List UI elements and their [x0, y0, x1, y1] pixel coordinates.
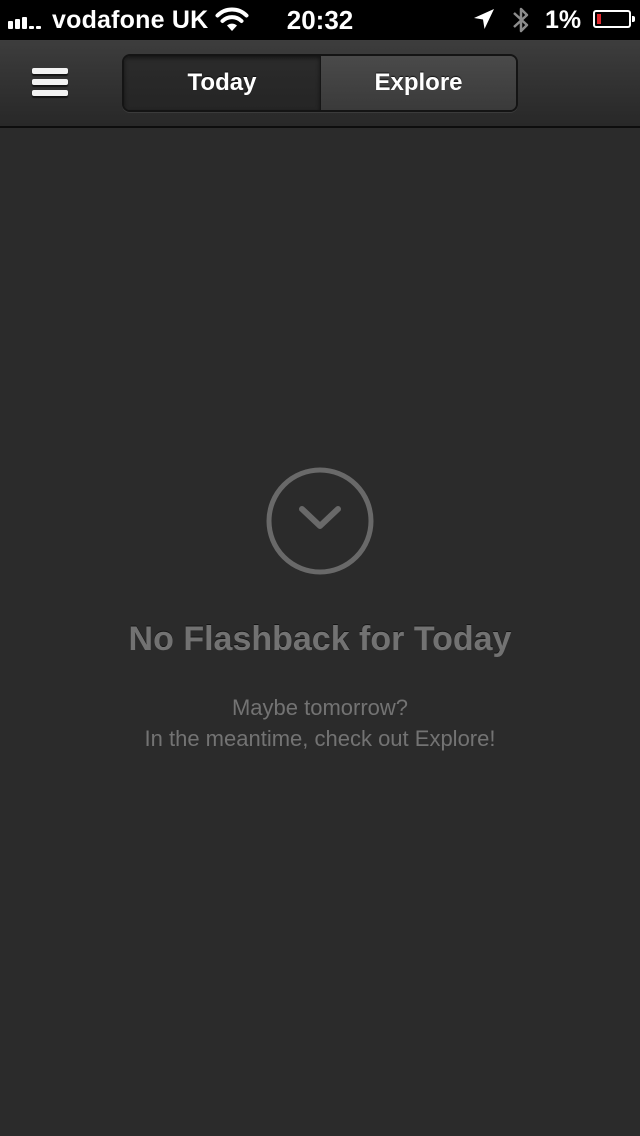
- status-time: 20:32: [286, 5, 354, 35]
- check-circle-icon: [266, 467, 374, 575]
- hamburger-menu-icon[interactable]: [26, 60, 74, 104]
- empty-state-message-line1: Maybe tomorrow?: [231, 695, 409, 720]
- main-content: No Flashback for Today Maybe tomorrow? I…: [0, 128, 640, 1136]
- battery-percent: 1%: [545, 6, 582, 34]
- status-bar: vodafone UK 20:32 1%: [0, 0, 640, 40]
- empty-state-message-line2: In the meantime, check out Explore!: [144, 726, 496, 751]
- bluetooth-icon: [513, 7, 529, 33]
- tab-explore[interactable]: Explore: [320, 56, 516, 110]
- segmented-control: Today Explore: [122, 54, 518, 112]
- battery-level-fill: [597, 14, 601, 24]
- empty-state-title: No Flashback for Today: [128, 620, 512, 658]
- battery-icon: [593, 10, 635, 28]
- location-arrow-icon: [474, 9, 494, 29]
- navigation-bar: Today Explore: [0, 40, 640, 128]
- tab-today[interactable]: Today: [124, 56, 320, 110]
